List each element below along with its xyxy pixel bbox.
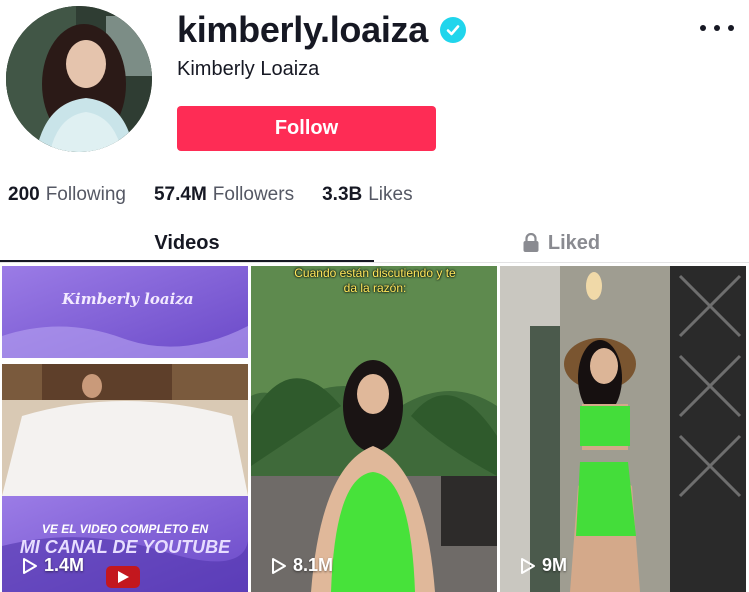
video-card[interactable]: Kimberly loaiza VE EL VIDEO COMPLETO EN … bbox=[2, 266, 248, 592]
play-icon bbox=[521, 557, 535, 574]
profile-tabs: Videos Liked bbox=[0, 222, 749, 264]
profile-display-name: Kimberly Loaiza bbox=[177, 58, 320, 80]
video-card[interactable]: Cuando están discutiendo y te da la razó… bbox=[251, 266, 497, 592]
followers-stat[interactable]: 57.4M Followers bbox=[154, 184, 294, 206]
profile-avatar bbox=[6, 6, 152, 152]
lock-icon bbox=[523, 233, 539, 252]
video-view-count: 8.1M bbox=[293, 555, 334, 575]
video-caption: Cuando están discutiendo y te da la razó… bbox=[294, 266, 456, 295]
profile-username: kimberly.loaiza bbox=[177, 9, 428, 50]
tab-videos-label: Videos bbox=[154, 231, 220, 254]
video-view-count: 1.4M bbox=[44, 555, 85, 575]
play-icon bbox=[272, 557, 286, 574]
followers-count: 57.4M bbox=[153, 184, 207, 205]
follow-button[interactable]: Follow bbox=[177, 106, 436, 151]
tab-liked[interactable]: Liked bbox=[374, 222, 748, 264]
video-overlay-line1: VE EL VIDEO COMPLETO EN bbox=[41, 522, 209, 536]
likes-label: Likes bbox=[368, 184, 413, 205]
video-views: 8.1M bbox=[271, 555, 333, 576]
video-brand-text: Kimberly loaiza bbox=[62, 290, 194, 308]
followers-label: Followers bbox=[212, 184, 295, 205]
following-stat[interactable]: 200 Following bbox=[8, 184, 126, 206]
following-label: Following bbox=[45, 184, 126, 205]
likes-stat: 3.3B Likes bbox=[322, 184, 413, 206]
video-view-count: 9M bbox=[542, 555, 568, 575]
tab-videos[interactable]: Videos bbox=[0, 222, 374, 264]
tab-divider bbox=[0, 262, 749, 263]
more-dots-icon bbox=[700, 25, 706, 31]
video-thumbnail bbox=[500, 266, 746, 592]
video-card[interactable]: 9M bbox=[500, 266, 746, 592]
video-grid: Kimberly loaiza VE EL VIDEO COMPLETO EN … bbox=[2, 266, 747, 592]
verified-check-icon bbox=[439, 17, 466, 43]
likes-count: 3.3B bbox=[322, 184, 363, 205]
tab-liked-label: Liked bbox=[547, 231, 601, 254]
play-icon bbox=[23, 557, 37, 574]
following-count: 200 bbox=[8, 184, 40, 205]
profile-stats: 200 Following 57.4M Followers 3.3B Likes bbox=[8, 184, 413, 206]
video-views: 9M bbox=[520, 555, 567, 576]
more-options-button[interactable] bbox=[700, 18, 734, 38]
video-thumbnail bbox=[251, 266, 497, 592]
video-views: 1.4M bbox=[22, 555, 84, 576]
